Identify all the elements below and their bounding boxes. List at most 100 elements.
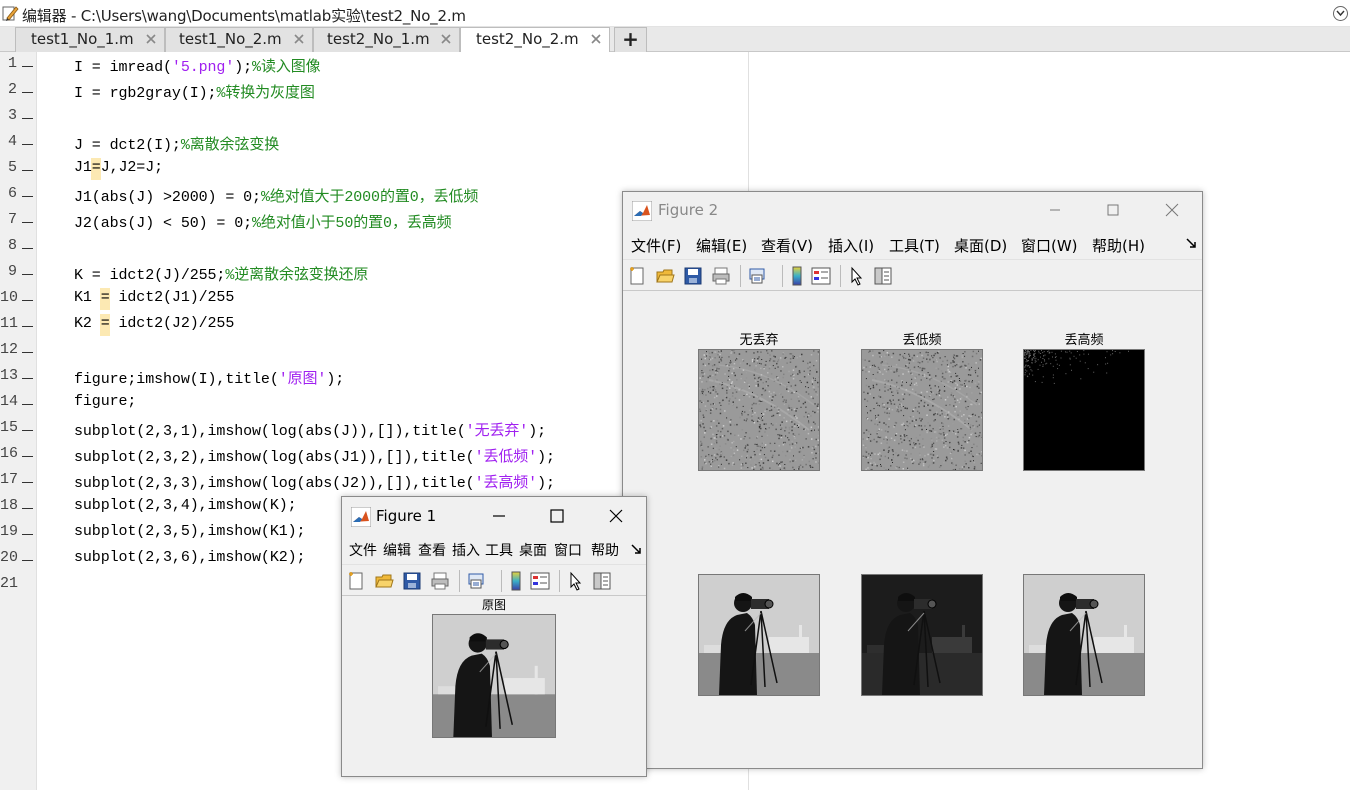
line-number: 4 — [7, 133, 17, 150]
line-number: 1 — [7, 55, 17, 72]
breakpoint-marker[interactable] — [22, 404, 33, 405]
menu-tools[interactable]: 工具(T) — [889, 235, 940, 256]
window-title: 编辑器 - C:\Users\wang\Documents\matlab实验\t… — [22, 7, 466, 25]
breakpoint-marker[interactable] — [22, 222, 33, 223]
breakpoint-marker[interactable] — [22, 378, 33, 379]
menu-view[interactable]: 查看 — [418, 540, 446, 560]
line-number: 10 — [0, 289, 19, 306]
code-line[interactable]: 4 J = dct2(I);%离散余弦变换 — [0, 130, 750, 156]
breakpoint-marker[interactable] — [22, 274, 33, 275]
breakpoint-marker[interactable] — [22, 430, 33, 431]
breakpoint-marker[interactable] — [22, 326, 33, 327]
menu-file[interactable]: 文件(F) — [631, 235, 681, 256]
menu-window[interactable]: 窗口(W) — [1021, 235, 1078, 256]
figure-1-window[interactable]: Figure 1 文件 编辑 查看 插入 工具 桌面 窗口 帮助 原图 — [341, 496, 647, 777]
breakpoint-marker[interactable] — [22, 456, 33, 457]
breakpoint-marker[interactable] — [22, 300, 33, 301]
code-text: subplot(2,3,3),imshow(log(abs(J2)),[]),t… — [74, 471, 555, 492]
dock-arrow-icon[interactable] — [630, 543, 642, 555]
dock-arrow-icon[interactable] — [1185, 237, 1197, 249]
open-folder-icon[interactable] — [374, 571, 394, 591]
colorbar-icon[interactable] — [787, 266, 807, 286]
editor-pencil-icon — [2, 6, 19, 21]
tab-label: test1_No_1.m — [31, 30, 134, 48]
tab-test2-no1[interactable]: test2_No_1.m — [313, 27, 460, 52]
maximize-icon[interactable] — [547, 506, 567, 526]
code-string: '丢低频' — [474, 449, 538, 466]
maximize-icon[interactable] — [1103, 200, 1123, 220]
new-file-icon[interactable] — [627, 266, 647, 286]
property-editor-icon[interactable] — [592, 571, 612, 591]
code-comment: %绝对值小于50的置0，丢高频 — [252, 215, 452, 232]
print-icon[interactable] — [430, 571, 450, 591]
figure-2-titlebar[interactable]: Figure 2 — [623, 192, 1202, 228]
pointer-icon[interactable] — [566, 571, 586, 591]
link-plot-icon[interactable] — [747, 266, 767, 286]
property-editor-icon[interactable] — [873, 266, 893, 286]
code-line[interactable]: 2 I = rgb2gray(I);%转换为灰度图 — [0, 78, 750, 104]
breakpoint-marker[interactable] — [22, 118, 33, 119]
legend-icon[interactable] — [530, 571, 550, 591]
tab-test1-no1[interactable]: test1_No_1.m — [15, 27, 165, 52]
code-comment: %离散余弦变换 — [180, 137, 280, 154]
code-statement: J1=J,J2=J; — [74, 159, 164, 176]
breakpoint-marker[interactable] — [22, 170, 33, 171]
menu-edit[interactable]: 编辑(E) — [696, 235, 747, 256]
menu-file[interactable]: 文件 — [349, 540, 377, 560]
add-tab-button[interactable]: + — [614, 27, 647, 52]
menu-help[interactable]: 帮助 — [591, 540, 619, 560]
breakpoint-marker[interactable] — [22, 248, 33, 249]
breakpoint-marker[interactable] — [22, 66, 33, 67]
menu-insert[interactable]: 插入 — [452, 540, 480, 560]
close-tab-icon[interactable] — [440, 33, 452, 45]
code-statement: subplot(2,3,6),imshow(K2); — [74, 549, 306, 566]
code-line[interactable]: 5 J1=J,J2=J; — [0, 156, 750, 182]
menu-view[interactable]: 查看(V) — [761, 235, 813, 256]
close-tab-icon[interactable] — [145, 33, 157, 45]
breakpoint-marker[interactable] — [22, 508, 33, 509]
code-line[interactable]: 1 I = imread('5.png');%读入图像 — [0, 52, 750, 78]
colorbar-icon[interactable] — [506, 571, 526, 591]
minimize-icon[interactable] — [489, 506, 509, 526]
close-tab-icon[interactable] — [293, 33, 305, 45]
breakpoint-marker[interactable] — [22, 482, 33, 483]
menu-window[interactable]: 窗口 — [554, 540, 582, 560]
figure-1-titlebar[interactable]: Figure 1 — [342, 497, 646, 533]
open-folder-icon[interactable] — [655, 266, 675, 286]
tab-test1-no2[interactable]: test1_No_2.m — [165, 27, 313, 52]
close-tab-icon[interactable] — [590, 33, 602, 45]
figure-2-window[interactable]: Figure 2 文件(F) 编辑(E) 查看(V) 插入(I) 工具(T) 桌… — [622, 191, 1203, 769]
menu-desktop[interactable]: 桌面(D) — [954, 235, 1007, 256]
new-file-icon[interactable] — [346, 571, 366, 591]
save-icon[interactable] — [683, 266, 703, 286]
menu-edit[interactable]: 编辑 — [383, 540, 411, 560]
legend-icon[interactable] — [811, 266, 831, 286]
tab-test2-no2[interactable]: test2_No_2.m — [460, 27, 610, 53]
print-icon[interactable] — [711, 266, 731, 286]
pointer-icon[interactable] — [847, 266, 867, 286]
code-text: figure;imshow(I),title('原图'); — [74, 367, 344, 388]
minimize-icon[interactable] — [1045, 200, 1065, 220]
figure-1-subtitle: 原图 — [481, 598, 506, 612]
breakpoint-marker[interactable] — [22, 144, 33, 145]
save-icon[interactable] — [402, 571, 422, 591]
menu-desktop[interactable]: 桌面 — [519, 540, 547, 560]
breakpoint-marker[interactable] — [22, 534, 33, 535]
breakpoint-marker[interactable] — [22, 560, 33, 561]
menu-insert[interactable]: 插入(I) — [828, 235, 874, 256]
breakpoint-marker[interactable] — [22, 92, 33, 93]
code-string: '5.png' — [171, 59, 235, 76]
editor-menu-button[interactable] — [1333, 6, 1348, 21]
breakpoint-marker[interactable] — [22, 352, 33, 353]
menu-help[interactable]: 帮助(H) — [1092, 235, 1145, 256]
code-comment: %绝对值大于2000的置0，丢低频 — [260, 189, 479, 206]
menu-tools[interactable]: 工具 — [485, 540, 513, 560]
close-icon[interactable] — [1162, 200, 1182, 220]
breakpoint-marker[interactable] — [22, 196, 33, 197]
link-plot-icon[interactable] — [466, 571, 486, 591]
close-icon[interactable] — [606, 506, 626, 526]
figure-1-toolbar — [342, 564, 646, 596]
code-line[interactable]: 3 — [0, 104, 750, 130]
code-text: subplot(2,3,5),imshow(K1); — [74, 523, 306, 540]
subplot-title-2: 丢低频 — [902, 333, 942, 348]
